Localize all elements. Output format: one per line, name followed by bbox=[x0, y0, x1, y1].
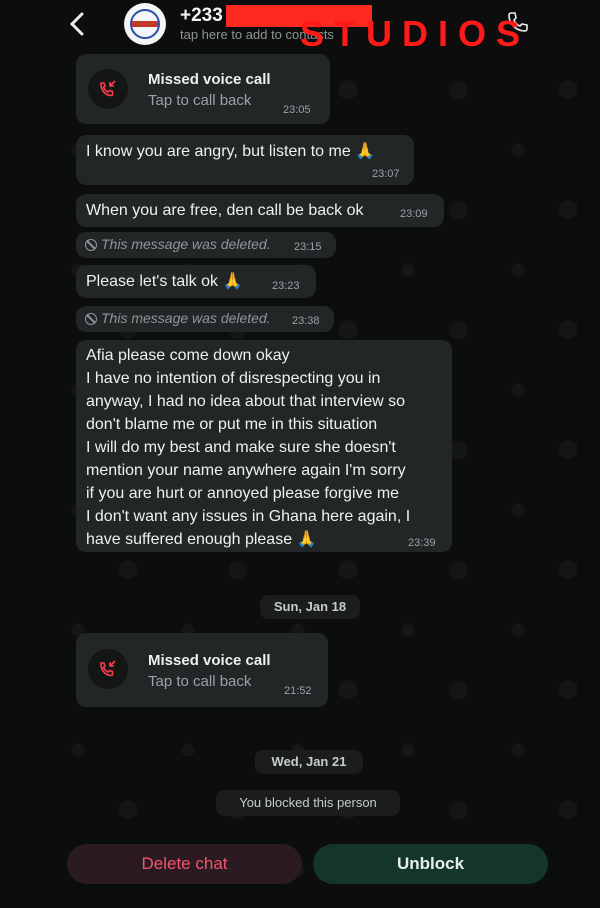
chevron-left-icon[interactable] bbox=[64, 8, 92, 40]
blocked-notice: You blocked this person bbox=[216, 790, 400, 816]
message-time: 23:15 bbox=[294, 241, 322, 253]
ban-icon bbox=[85, 313, 97, 325]
unblock-button[interactable]: Unblock bbox=[313, 844, 548, 884]
deleted-message-bubble[interactable]: This message was deleted. 23:38 bbox=[76, 306, 334, 332]
message-time: 23:05 bbox=[283, 104, 311, 116]
message-time: 23:38 bbox=[292, 315, 320, 327]
ban-icon bbox=[85, 239, 97, 251]
message-time: 21:52 bbox=[284, 685, 312, 697]
missed-call-bubble[interactable]: Missed voice call Tap to call back 21:52 bbox=[76, 633, 328, 707]
tap-to-call-back: Tap to call back bbox=[148, 92, 252, 109]
missed-call-title: Missed voice call bbox=[148, 71, 271, 88]
message-bubble[interactable]: Please let's talk ok 🙏 23:23 bbox=[76, 265, 316, 298]
date-separator: Sun, Jan 18 bbox=[260, 595, 360, 619]
missed-call-icon bbox=[88, 649, 128, 689]
date-separator: Wed, Jan 21 bbox=[255, 750, 363, 774]
contact-phone-number[interactable]: +233 bbox=[180, 5, 223, 27]
message-text: Please let's talk ok 🙏 bbox=[86, 273, 243, 290]
message-text: Afia please come down okay I have no int… bbox=[86, 347, 411, 548]
missed-call-title: Missed voice call bbox=[148, 652, 271, 669]
avatar[interactable] bbox=[124, 3, 166, 45]
message-bubble[interactable]: I know you are angry, but listen to me 🙏… bbox=[76, 135, 414, 185]
deleted-message-text: This message was deleted. bbox=[101, 236, 271, 252]
deleted-message-text: This message was deleted. bbox=[101, 310, 271, 326]
delete-chat-button[interactable]: Delete chat bbox=[67, 844, 302, 884]
avatar-band bbox=[132, 21, 158, 27]
missed-call-bubble[interactable]: Missed voice call Tap to call back 23:05 bbox=[76, 54, 330, 124]
watermark-text: STUDIOS bbox=[300, 13, 531, 54]
message-text: When you are free, den call be back ok bbox=[86, 202, 364, 219]
message-time: 23:23 bbox=[272, 280, 300, 292]
message-time: 23:07 bbox=[372, 168, 400, 180]
message-time: 23:09 bbox=[400, 208, 428, 220]
message-bubble[interactable]: Afia please come down okay I have no int… bbox=[76, 340, 452, 552]
message-time: 23:39 bbox=[408, 537, 436, 549]
deleted-message-bubble[interactable]: This message was deleted. 23:15 bbox=[76, 232, 336, 258]
tap-to-call-back: Tap to call back bbox=[148, 673, 252, 690]
message-text: I know you are angry, but listen to me 🙏 bbox=[86, 143, 376, 160]
missed-call-icon bbox=[88, 69, 128, 109]
message-bubble[interactable]: When you are free, den call be back ok 2… bbox=[76, 194, 444, 227]
